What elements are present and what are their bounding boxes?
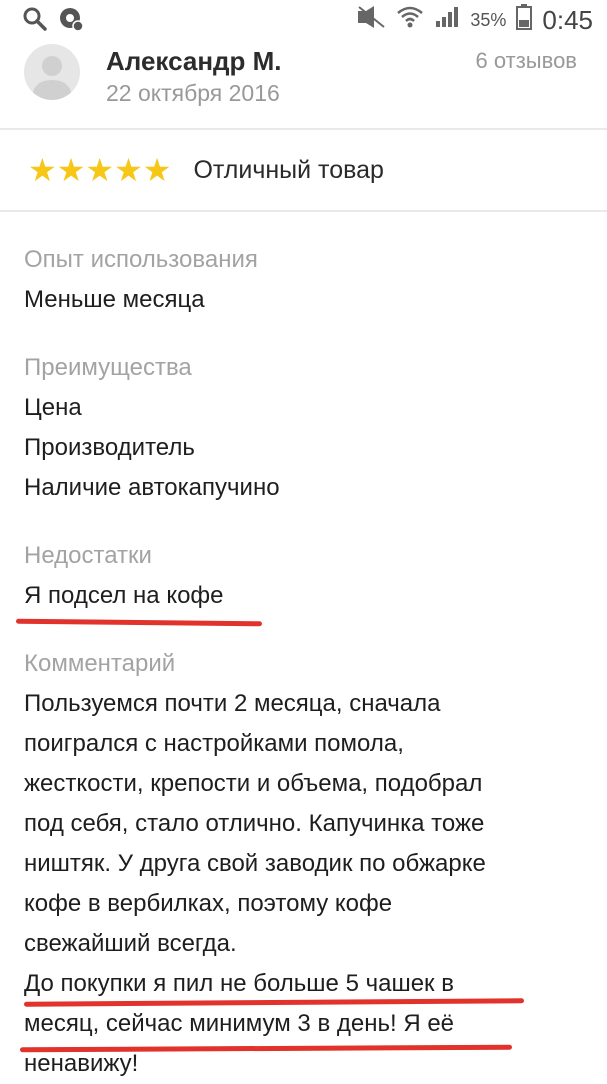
chrome-notification-icon — [58, 6, 84, 37]
mute-icon — [356, 5, 386, 35]
comment-line: свежайший всегда. — [24, 930, 237, 957]
status-bar: 35% 0:45 — [0, 0, 607, 40]
divider — [0, 128, 607, 130]
divider — [0, 210, 607, 212]
experience-label: Опыт использования — [24, 246, 258, 273]
comment-line: под себя, стало отлично. Капучинка тоже — [24, 810, 485, 837]
red-underline — [15, 618, 263, 627]
battery-icon — [516, 4, 533, 36]
reviews-count[interactable]: 6 отзывов — [476, 48, 577, 74]
comment-line: поигрался с настройками помола, — [24, 730, 404, 757]
avatar[interactable] — [24, 44, 80, 100]
battery-percent: 35% — [470, 9, 507, 30]
clock: 0:45 — [542, 4, 593, 35]
pros-item: Наличие автокапучино — [24, 474, 280, 501]
star-icon: ★ — [28, 152, 57, 188]
pros-item: Цена — [24, 394, 82, 421]
star-rating: ★ ★ ★ ★ ★ — [28, 154, 171, 186]
pros-item: Производитель — [24, 434, 195, 461]
cons-label: Недостатки — [24, 542, 152, 569]
cons-value: Я подсел на кофе — [24, 582, 224, 609]
wifi-icon — [396, 5, 424, 35]
review-title: Отличный товар — [193, 155, 384, 184]
experience-value: Меньше месяца — [24, 286, 205, 313]
comment-line: Пользуемся почти 2 месяца, сначала — [24, 690, 441, 717]
comment-line: месяц, сейчас минимум 3 в день! Я её — [24, 1010, 455, 1037]
review-date: 22 октября 2016 — [106, 80, 280, 106]
comment-line: жесткости, крепости и объема, подобрал — [24, 770, 483, 797]
star-icon: ★ — [114, 152, 143, 188]
comment-text: Пользуемся почти 2 месяца, сначала поигр… — [24, 684, 584, 1084]
search-icon — [22, 6, 48, 37]
comment-line: кофе в вербилках, поэтому кофе — [24, 890, 393, 917]
star-icon: ★ — [85, 152, 115, 188]
user-silhouette-icon — [32, 56, 72, 100]
star-icon: ★ — [142, 152, 172, 188]
comment-label: Комментарий — [24, 650, 176, 677]
author-name[interactable]: Александр М. — [106, 46, 282, 77]
star-icon: ★ — [56, 152, 86, 188]
review-header: Александр М. 22 октября 2016 6 отзывов — [0, 40, 607, 128]
pros-label: Преимущества — [24, 354, 192, 381]
comment-line: ништяк. У друга свой заводик по обжарке — [24, 850, 486, 877]
rating-row: ★ ★ ★ ★ ★ Отличный товар — [28, 150, 384, 190]
signal-icon — [434, 5, 460, 35]
